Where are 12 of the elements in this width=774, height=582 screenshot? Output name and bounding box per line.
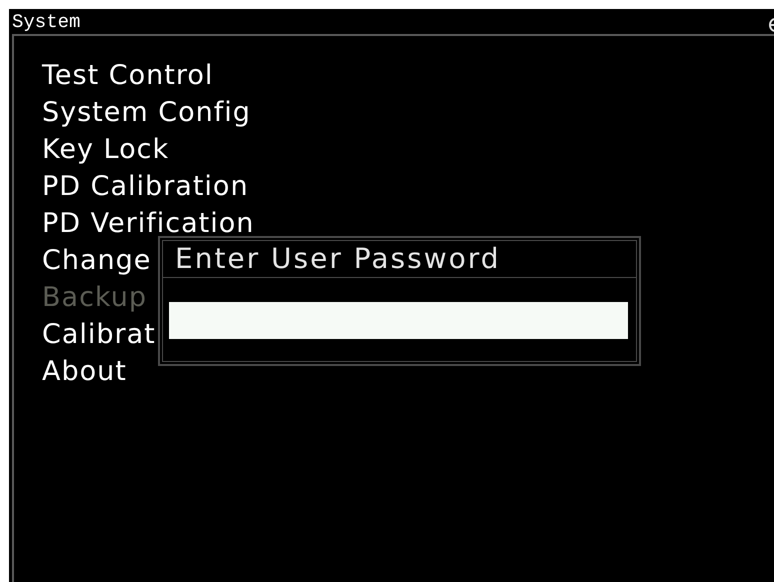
menu-item[interactable]: About bbox=[42, 353, 127, 390]
menu-item[interactable]: PD Verification bbox=[42, 205, 254, 242]
menu-item[interactable]: PD Calibration bbox=[42, 168, 249, 205]
window-title: System bbox=[12, 12, 80, 32]
menu-item[interactable]: Calibrat bbox=[42, 316, 156, 353]
menu-item[interactable]: Key Lock bbox=[42, 131, 170, 168]
menu-item[interactable]: Change bbox=[42, 242, 152, 279]
dialog-title: Enter User Password bbox=[163, 241, 636, 278]
password-field[interactable] bbox=[169, 302, 628, 339]
status-icon bbox=[769, 17, 774, 33]
menu-item[interactable]: Test Control bbox=[42, 57, 214, 94]
menu-item[interactable]: System Config bbox=[42, 94, 251, 131]
